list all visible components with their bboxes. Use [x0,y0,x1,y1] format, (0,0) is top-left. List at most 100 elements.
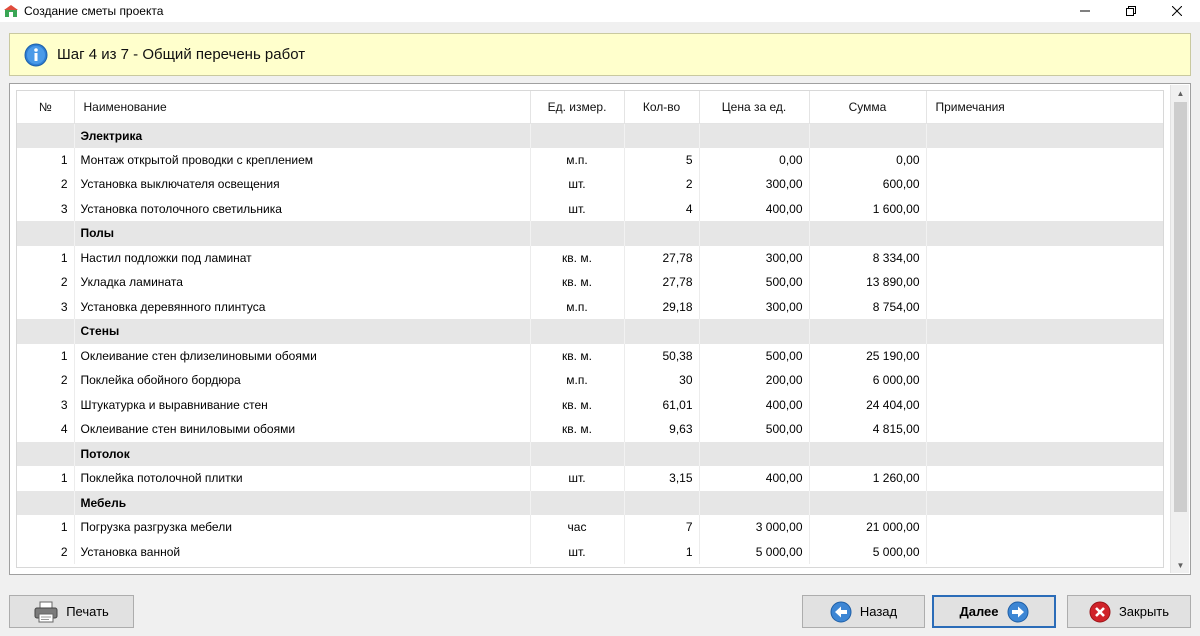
category-row[interactable]: Стены [17,319,1163,344]
cell-name: Погрузка разгрузка мебели [74,515,531,540]
table-row[interactable]: 4 Оклеивание стен виниловыми обоями кв. м.… [17,417,1163,442]
cell-unit [530,490,625,515]
cell-sum: 0,00 [809,147,927,172]
cell-number: 1 [17,466,75,491]
printer-icon [34,601,58,622]
table-row[interactable]: 3 Установка деревянного плинтуса м.п. 29,18… [17,294,1163,319]
table-row[interactable]: 2 Укладка ламината кв. м. 27,78 500,00 13 890… [17,270,1163,295]
cell-unit: шт. [530,539,625,564]
window-title: Создание сметы проекта [24,4,164,18]
scrollbar-thumb[interactable] [1174,102,1187,512]
cell-number: 2 [17,172,75,197]
cell-notes [926,368,1163,393]
table-row[interactable]: 3 Штукатурка и выравнивание стен кв. м. 61,… [17,392,1163,417]
cell-price: 0,00 [699,147,810,172]
column-header-unit[interactable]: Ед. измер. [530,91,625,124]
info-icon [24,43,48,66]
cell-number: 3 [17,294,75,319]
back-button-label: Назад [859,604,898,619]
step-info-banner: Шаг 4 из 7 - Общий перечень работ [9,33,1191,76]
back-button[interactable]: Назад [802,595,925,628]
cell-price [699,490,810,515]
works-table: № Наименование Ед. измер. Кол-во Цена за… [17,91,1163,564]
cell-sum [809,441,927,466]
step-title: Шаг 4 из 7 - Общий перечень работ [57,46,306,63]
table-row[interactable]: 1 Монтаж открытой проводки с креплением м.… [17,147,1163,172]
cell-name: Установка выключателя освещения [74,172,531,197]
cell-quantity [624,123,700,148]
print-button[interactable]: Печать [9,595,134,628]
cell-sum: 600,00 [809,172,927,197]
cell-number: 3 [17,196,75,221]
cell-sum: 8 334,00 [809,245,927,270]
print-button-label: Печать [66,604,109,619]
cell-number: 3 [17,392,75,417]
table-row[interactable]: 2 Установка ванной шт. 1 5 000,00 5 000,00 [17,539,1163,564]
cell-price: 400,00 [699,392,810,417]
table-row[interactable]: 1 Настил подложки под ламинат кв. м. 27,78 3… [17,245,1163,270]
cell-number: 4 [17,417,75,442]
column-header-price[interactable]: Цена за ед. [699,91,810,124]
next-button[interactable]: Далее [932,595,1056,628]
cell-number: 1 [17,147,75,172]
cell-price: 300,00 [699,245,810,270]
close-icon [1089,601,1111,622]
cell-quantity [624,319,700,344]
cell-notes [926,270,1163,295]
category-row[interactable]: Электрика [17,123,1163,148]
cell-quantity: 5 [624,147,700,172]
cell-notes [926,172,1163,197]
cell-sum: 8 754,00 [809,294,927,319]
cell-number: 1 [17,343,75,368]
category-row[interactable]: Полы [17,221,1163,246]
column-header-notes[interactable]: Примечания [926,91,1163,124]
table-row[interactable]: 1 Оклеивание стен флизелиновыми обоями кв.… [17,343,1163,368]
category-row[interactable]: Мебель [17,490,1163,515]
scroll-up-arrow-icon[interactable]: ▲ [1171,85,1190,101]
cell-price [699,221,810,246]
vertical-scrollbar[interactable]: ▲ ▼ [1170,85,1189,573]
cell-notes [926,147,1163,172]
cell-sum [809,319,927,344]
table-row[interactable]: 3 Установка потолочного светильника шт. 4 40… [17,196,1163,221]
cell-price: 300,00 [699,294,810,319]
cell-price: 400,00 [699,466,810,491]
cell-sum [809,123,927,148]
table-row[interactable]: 1 Поклейка потолочной плитки шт. 3,15 400,00… [17,466,1163,491]
column-header-quantity[interactable]: Кол-во [624,91,700,124]
cell-sum: 5 000,00 [809,539,927,564]
restore-button[interactable] [1108,0,1154,22]
table-row[interactable]: 2 Установка выключателя освещения шт. 2 300,… [17,172,1163,197]
works-grid[interactable]: № Наименование Ед. измер. Кол-во Цена за… [9,83,1191,575]
cell-unit [530,221,625,246]
cell-notes [926,466,1163,491]
column-header-sum[interactable]: Сумма [809,91,927,124]
close-button[interactable]: Закрыть [1067,595,1191,628]
category-name: Стены [74,319,531,344]
cell-notes [926,221,1163,246]
close-window-button[interactable] [1154,0,1200,22]
cell-unit: час [530,515,625,540]
next-button-label: Далее [959,604,999,619]
cell-notes [926,490,1163,515]
cell-unit [530,319,625,344]
category-row[interactable]: Потолок [17,441,1163,466]
category-name: Электрика [74,123,531,148]
column-header-number[interactable]: № [17,91,75,124]
column-header-name[interactable]: Наименование [74,91,531,124]
cell-quantity: 30 [624,368,700,393]
cell-quantity: 2 [624,172,700,197]
cell-sum: 13 890,00 [809,270,927,295]
cell-price: 500,00 [699,417,810,442]
cell-sum: 24 404,00 [809,392,927,417]
table-row[interactable]: 2 Поклейка обойного бордюра м.п. 30 200,00 6 … [17,368,1163,393]
scroll-down-arrow-icon[interactable]: ▼ [1171,557,1190,573]
cell-quantity: 7 [624,515,700,540]
table-row[interactable]: 1 Погрузка разгрузка мебели час 7 3 000,00 21… [17,515,1163,540]
cell-quantity: 9,63 [624,417,700,442]
cell-number [17,319,75,344]
cell-notes [926,319,1163,344]
cell-notes [926,539,1163,564]
minimize-button[interactable] [1062,0,1108,22]
cell-quantity [624,441,700,466]
